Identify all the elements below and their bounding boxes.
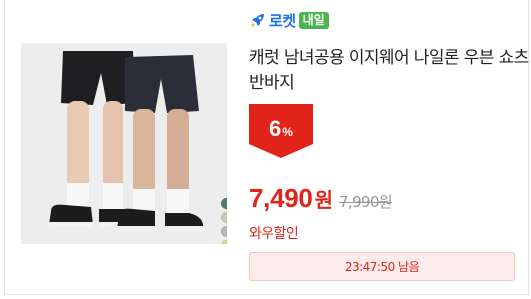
countdown-timer: 23:47:50 남음: [249, 252, 515, 281]
rocket-delivery-badge: 로켓 내일: [249, 10, 329, 30]
product-photo-illustration: [21, 43, 227, 244]
color-swatch-3[interactable]: [221, 226, 227, 237]
wow-discount-label: 와우할인: [249, 226, 299, 242]
rocket-icon: [251, 13, 264, 27]
timer-text: 23:47:50 남음: [344, 260, 420, 274]
discount-badge: 6%: [249, 104, 313, 158]
current-price: 7,490: [249, 183, 313, 213]
delivery-day-badge: 내일: [298, 11, 329, 29]
color-swatch-4[interactable]: [221, 240, 227, 244]
current-price-unit: 원: [314, 188, 333, 212]
product-card[interactable]: 로켓 내일 캐럿 남녀공용 이지웨어 나일론 우븐 쇼츠 반바지 6% 7,49…: [4, 0, 529, 295]
original-price: 7,990원: [338, 193, 393, 211]
product-title[interactable]: 캐럿 남녀공용 이지웨어 나일론 우븐 쇼츠 반바지: [249, 46, 529, 96]
product-image[interactable]: [21, 43, 227, 244]
color-swatch-2[interactable]: [221, 212, 227, 223]
rocket-label: 로켓: [269, 12, 296, 30]
discount-unit: %: [282, 125, 293, 139]
color-swatch-1[interactable]: [221, 198, 227, 209]
color-swatches: [221, 198, 227, 244]
price-row: 7,490 원 7,990원: [249, 183, 393, 217]
discount-value: 6: [269, 116, 282, 141]
discount-label: 6%: [249, 116, 313, 142]
